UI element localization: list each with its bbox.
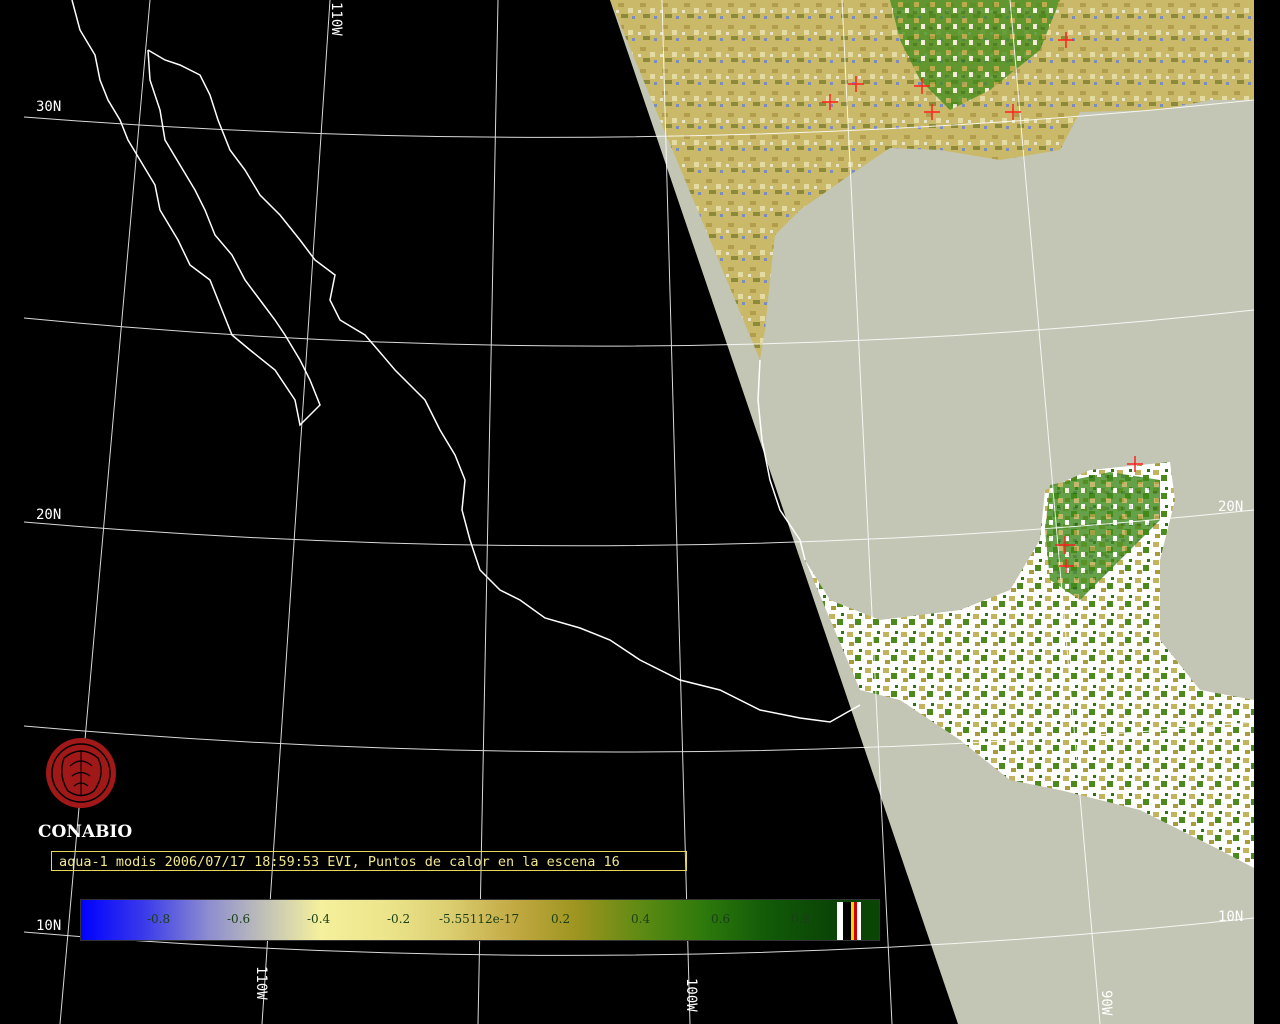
colorbar-tick: 0.4 xyxy=(631,912,651,926)
lat-label-20n-east: 20N xyxy=(1218,499,1244,515)
colorbar-tick: 0.6 xyxy=(711,912,731,926)
colorbar-tick: -0.4 xyxy=(307,912,331,926)
colorbar-swatch-green xyxy=(857,902,861,940)
lon-label-100w: 100W xyxy=(683,978,699,1012)
colorbar-tick: -5.55112e-17 xyxy=(439,912,520,926)
lon-label-90w: 90W xyxy=(1098,990,1114,1016)
lat-label-30n: 30N xyxy=(36,99,62,115)
colorbar-tick: 0.8 xyxy=(791,912,811,926)
colorbar-tick: 0.2 xyxy=(551,912,571,926)
lat-label-20n: 20N xyxy=(36,507,62,523)
conabio-logo xyxy=(36,736,132,814)
colorbar-tick: -0.6 xyxy=(227,912,251,926)
evi-colorbar: -0.8 -0.6 -0.4 -0.2 -5.55112e-17 0.2 0.4… xyxy=(80,899,880,941)
colorbar-tick: -0.8 xyxy=(147,912,171,926)
coastline-pacific xyxy=(71,0,321,427)
lon-label-110w-bottom: 110W xyxy=(253,966,269,1000)
lon-label-110w-top: 110W xyxy=(328,2,344,36)
lat-label-10n: 10N xyxy=(36,918,62,934)
logo-name: CONABIO xyxy=(38,822,133,842)
conabio-emblem-icon xyxy=(46,738,116,808)
colorbar-swatch-black xyxy=(843,902,851,940)
scene-caption: aqua-1 modis 2006/07/17 18:59:53 EVI, Pu… xyxy=(51,851,687,871)
lat-label-10n-east: 10N xyxy=(1218,909,1244,925)
map-view: 30N 20N 10N 20N 10N 110W 110W 100W 90W C… xyxy=(0,0,1280,1024)
colorbar-tick: -0.2 xyxy=(387,912,411,926)
